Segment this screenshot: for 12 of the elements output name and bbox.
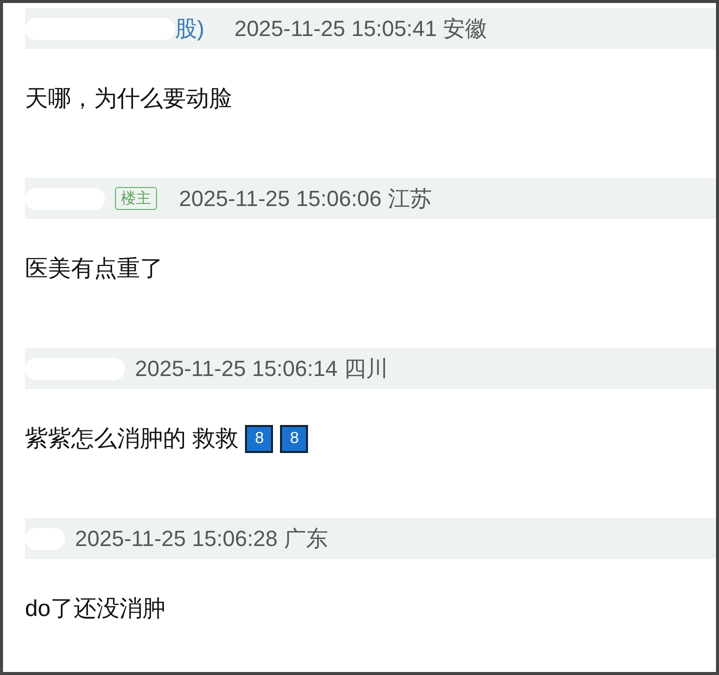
post-time: 2025-11-25 15:06:14 四川 (135, 354, 388, 382)
post-time: 2025-11-25 15:06:06 江苏 (179, 184, 432, 212)
username[interactable]: 股) (175, 14, 204, 44)
post-time: 2025-11-25 15:06:28 广东 (75, 524, 328, 552)
comment-text: 紫紫怎么消肿的 救救 (25, 424, 238, 453)
post-time: 2025-11-25 15:05:41 安徽 (234, 14, 488, 42)
author-tag: 楼主 (115, 187, 157, 210)
keycap-emoji: 8 (280, 424, 308, 452)
comment-text: 天哪，为什么要动脸 (25, 84, 232, 113)
keycap-emoji: 8 (245, 424, 274, 452)
comment-text: do了还没消肿 (25, 594, 166, 623)
comment-text: 医美有点重了 (25, 254, 163, 283)
